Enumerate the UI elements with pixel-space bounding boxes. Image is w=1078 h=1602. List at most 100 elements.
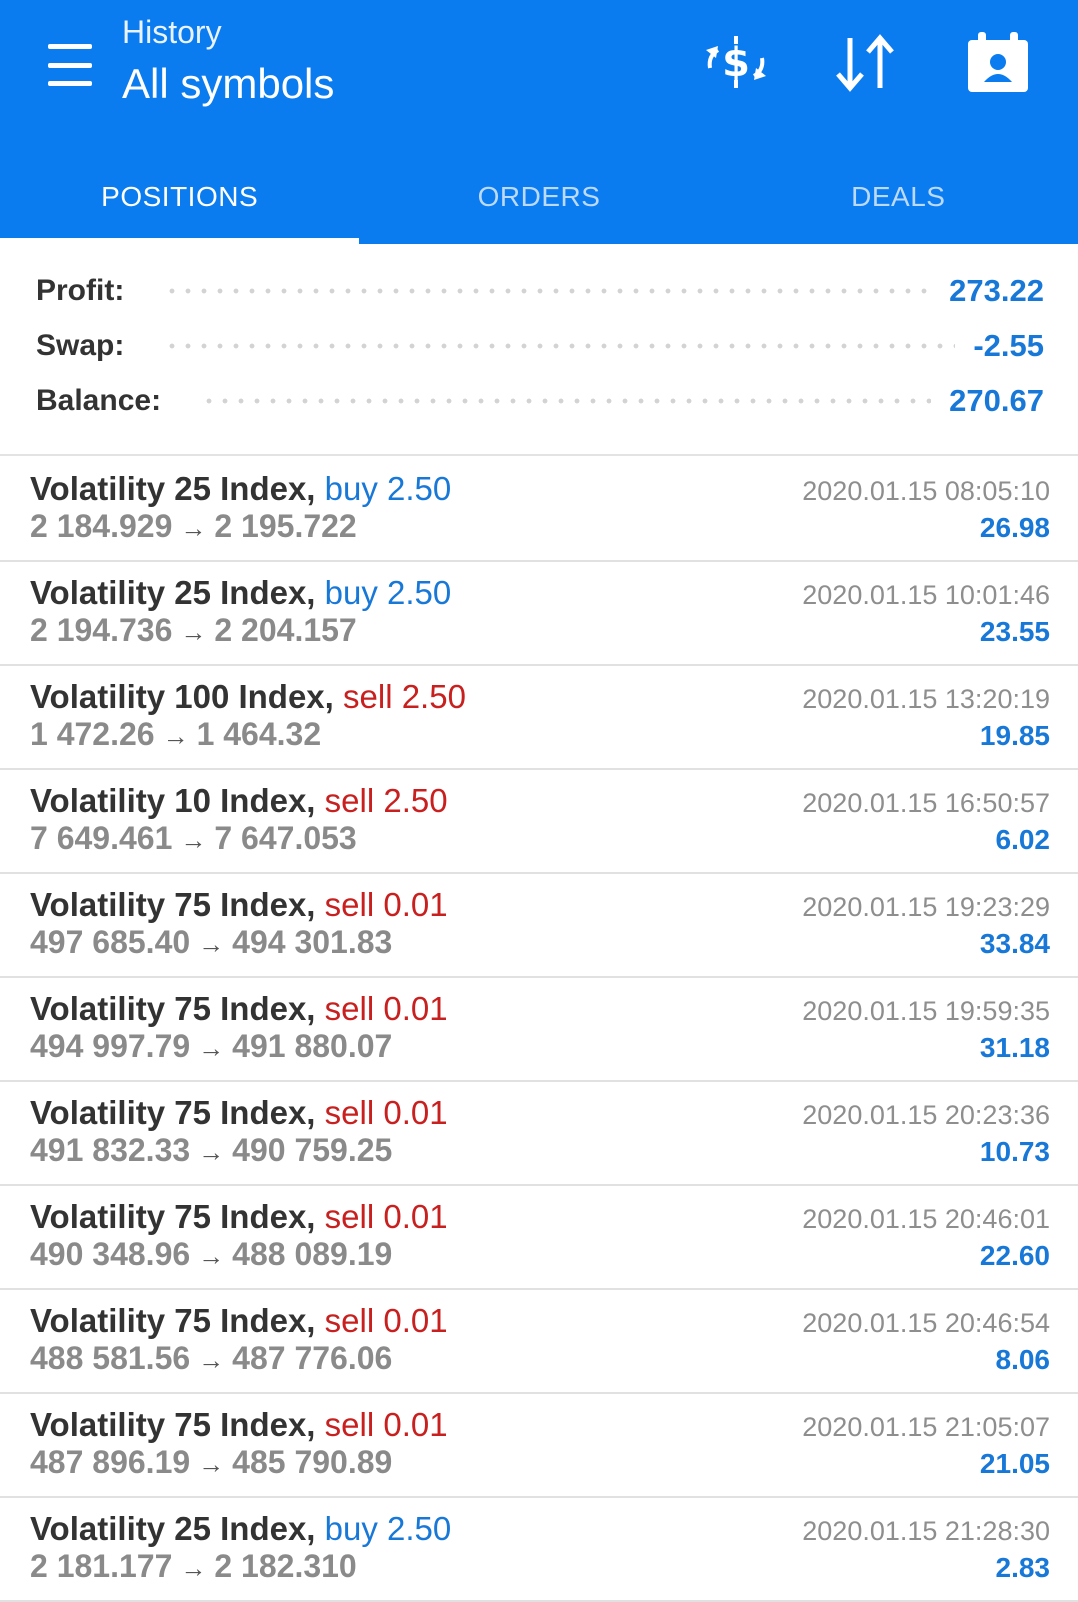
dot-leader <box>164 288 932 294</box>
position-profit: 19.85 <box>979 720 1050 751</box>
position-title: Volatility 75 Index, sell 0.01 <box>30 1198 448 1236</box>
arrow-right-icon: → <box>198 1033 225 1063</box>
close-price: 2 195.722 <box>214 508 357 544</box>
arrow-right-icon: → <box>180 1553 207 1583</box>
position-title: Volatility 75 Index, sell 0.01 <box>30 1406 448 1444</box>
position-profit: 8.06 <box>995 1344 1051 1375</box>
position-title: Volatility 25 Index, buy 2.50 <box>30 1510 451 1548</box>
position-volume: sell 0.01 <box>324 1406 448 1443</box>
calendar-icon[interactable] <box>962 30 1034 96</box>
menu-icon[interactable] <box>40 40 100 90</box>
position-title: Volatility 75 Index, sell 0.01 <box>30 886 448 924</box>
open-price: 2 194.736 <box>30 612 173 648</box>
swap-label: Swap: <box>36 329 125 362</box>
position-time: 2020.01.15 08:05:10 <box>802 476 1050 506</box>
position-row[interactable]: Volatility 75 Index, sell 0.01 488 581.5… <box>0 1290 1078 1394</box>
open-price: 487 896.19 <box>30 1444 191 1480</box>
position-profit: 6.02 <box>995 824 1051 855</box>
position-time: 2020.01.15 16:50:57 <box>802 788 1050 818</box>
position-row[interactable]: Volatility 25 Index, buy 2.50 2 184.929 →… <box>0 458 1078 562</box>
profit-row: Profit: 273.22 <box>36 268 1044 314</box>
position-row[interactable]: Volatility 75 Index, sell 0.01 497 685.4… <box>0 874 1078 978</box>
tab-positions[interactable]: POSITIONS <box>0 150 360 244</box>
dot-leader <box>201 398 932 404</box>
position-volume: buy 2.50 <box>324 574 452 611</box>
position-prices: 2 184.929 → 2 195.722 <box>30 508 357 545</box>
swap-value: -2.55 <box>973 328 1044 363</box>
position-time: 2020.01.15 19:59:35 <box>802 996 1050 1026</box>
position-title: Volatility 25 Index, buy 2.50 <box>30 574 451 612</box>
header-subtitle: History <box>122 14 222 50</box>
position-title: Volatility 25 Index, buy 2.50 <box>30 470 451 508</box>
position-row[interactable]: Volatility 25 Index, buy 2.50 2 194.736 →… <box>0 562 1078 666</box>
position-volume: sell 0.01 <box>324 1302 448 1339</box>
position-time: 2020.01.15 20:23:36 <box>802 1100 1050 1130</box>
position-volume: sell 0.01 <box>324 990 448 1027</box>
position-title: Volatility 75 Index, sell 0.01 <box>30 1094 448 1132</box>
arrow-right-icon: → <box>198 929 225 959</box>
position-time: 2020.01.15 13:20:19 <box>802 684 1050 714</box>
arrow-right-icon: → <box>180 617 207 647</box>
position-symbol: Volatility 25 Index, <box>30 574 316 611</box>
position-row[interactable]: Volatility 75 Index, sell 0.01 490 348.9… <box>0 1186 1078 1290</box>
position-profit: 31.18 <box>979 1032 1050 1063</box>
position-row[interactable]: Volatility 75 Index, sell 0.01 491 832.3… <box>0 1082 1078 1186</box>
position-row[interactable]: Volatility 75 Index, sell 0.01 494 997.7… <box>0 978 1078 1082</box>
close-price: 2 204.157 <box>214 612 357 648</box>
position-row[interactable]: Volatility 100 Index, sell 2.50 1 472.26… <box>0 666 1078 770</box>
position-profit: 22.60 <box>979 1240 1050 1271</box>
open-price: 2 184.929 <box>30 508 173 544</box>
summary-panel: Profit: 273.22 Swap: -2.55 Balance: 270.… <box>0 244 1078 456</box>
position-symbol: Volatility 25 Index, <box>30 470 316 507</box>
position-volume: sell 0.01 <box>324 886 448 923</box>
position-symbol: Volatility 75 Index, <box>30 886 316 923</box>
dot-leader <box>164 343 956 349</box>
position-profit: 10.73 <box>979 1136 1050 1167</box>
position-volume: buy 2.50 <box>324 470 452 507</box>
position-row[interactable]: Volatility 75 Index, sell 0.01 487 896.1… <box>0 1394 1078 1498</box>
position-symbol: Volatility 75 Index, <box>30 990 316 1027</box>
position-symbol: Volatility 75 Index, <box>30 1406 316 1443</box>
position-symbol: Volatility 75 Index, <box>30 1094 316 1131</box>
position-time: 2020.01.15 19:23:29 <box>802 892 1050 922</box>
position-volume: sell 2.50 <box>324 782 448 819</box>
position-prices: 487 896.19 → 485 790.89 <box>30 1444 392 1481</box>
tab-bar: POSITIONS ORDERS DEALS <box>0 150 1078 244</box>
open-price: 494 997.79 <box>30 1028 191 1064</box>
position-row[interactable]: Volatility 10 Index, sell 2.50 7 649.461… <box>0 770 1078 874</box>
position-volume: sell 2.50 <box>343 678 466 715</box>
close-price: 491 880.07 <box>232 1028 393 1064</box>
close-price: 7 647.053 <box>214 820 357 856</box>
sort-icon[interactable] <box>830 30 902 96</box>
position-prices: 488 581.56 → 487 776.06 <box>30 1340 392 1377</box>
position-prices: 494 997.79 → 491 880.07 <box>30 1028 392 1065</box>
svg-text:$: $ <box>722 40 750 86</box>
tab-orders[interactable]: ORDERS <box>359 150 718 244</box>
open-price: 491 832.33 <box>30 1132 191 1168</box>
position-title: Volatility 100 Index, sell 2.50 <box>30 678 466 716</box>
open-price: 488 581.56 <box>30 1340 191 1376</box>
position-row[interactable]: Volatility 25 Index, buy 2.50 2 181.177 →… <box>0 1498 1078 1602</box>
arrow-right-icon: → <box>180 825 207 855</box>
position-profit: 21.05 <box>979 1448 1050 1479</box>
open-price: 497 685.40 <box>30 924 191 960</box>
positions-list: Volatility 25 Index, buy 2.50 2 184.929 →… <box>0 458 1078 1602</box>
tab-deals[interactable]: DEALS <box>719 150 1078 244</box>
currency-exchange-icon[interactable]: $ <box>700 30 772 96</box>
arrow-right-icon: → <box>180 513 207 543</box>
position-title: Volatility 75 Index, sell 0.01 <box>30 1302 448 1340</box>
position-profit: 2.83 <box>995 1552 1051 1583</box>
position-prices: 7 649.461 → 7 647.053 <box>30 820 357 857</box>
balance-value: 270.67 <box>949 383 1044 418</box>
symbol-selector[interactable]: All symbols <box>122 60 334 108</box>
position-profit: 33.84 <box>979 928 1050 959</box>
position-symbol: Volatility 25 Index, <box>30 1510 316 1547</box>
position-prices: 497 685.40 → 494 301.83 <box>30 924 392 961</box>
position-prices: 1 472.26 → 1 464.32 <box>30 716 321 753</box>
position-time: 2020.01.15 10:01:46 <box>802 580 1050 610</box>
position-prices: 490 348.96 → 488 089.19 <box>30 1236 392 1273</box>
position-time: 2020.01.15 21:05:07 <box>802 1412 1050 1442</box>
position-profit: 26.98 <box>979 512 1050 543</box>
position-time: 2020.01.15 20:46:01 <box>802 1204 1050 1234</box>
position-title: Volatility 75 Index, sell 0.01 <box>30 990 448 1028</box>
